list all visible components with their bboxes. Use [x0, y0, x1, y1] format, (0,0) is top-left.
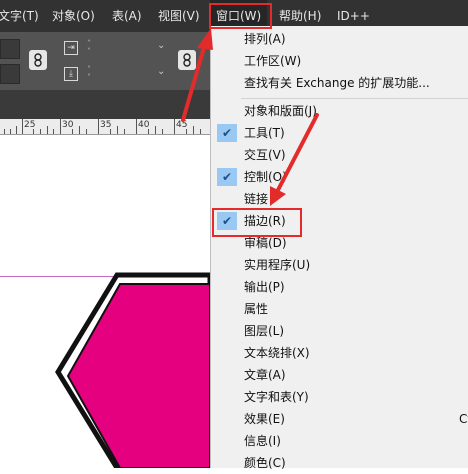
- annotation-arrows: [181, 28, 319, 206]
